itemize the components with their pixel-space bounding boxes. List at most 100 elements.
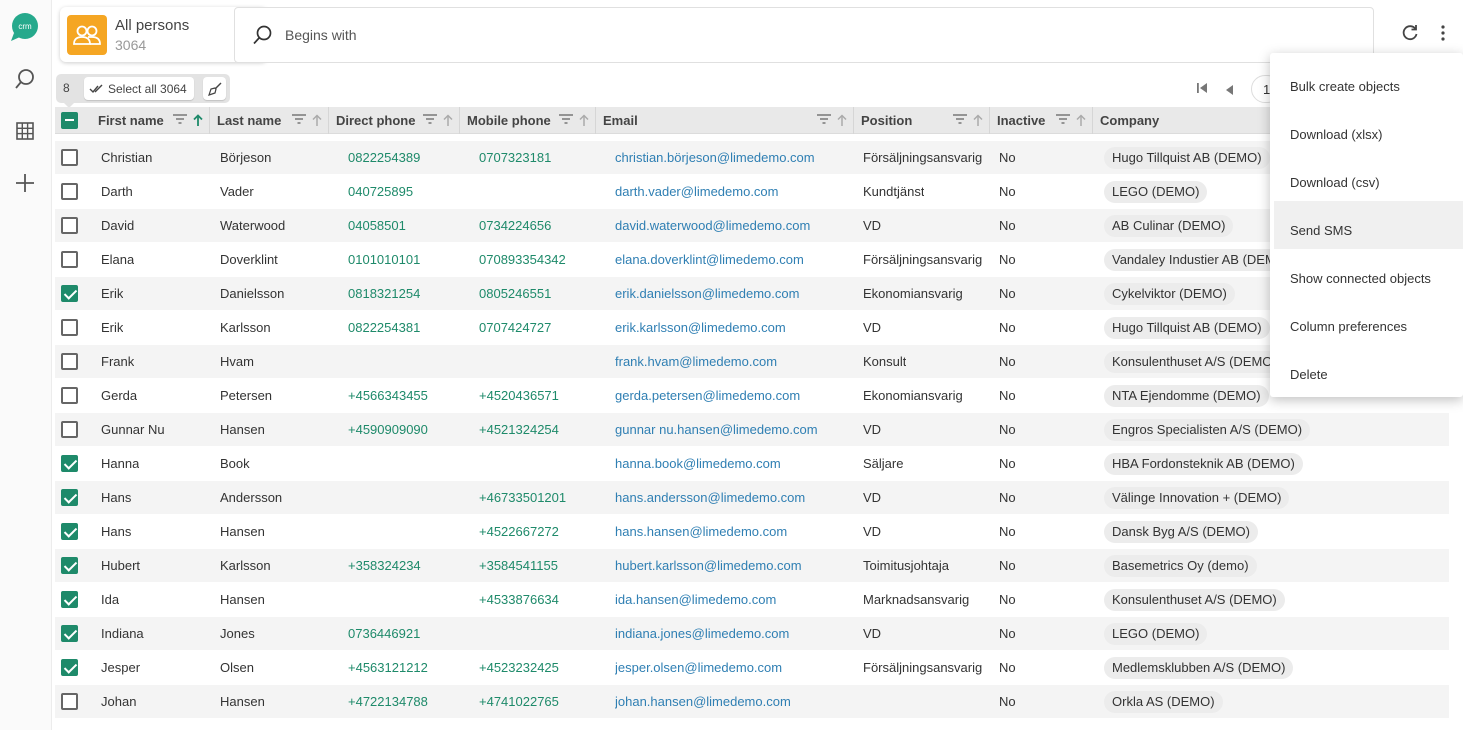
prev-page-button[interactable] [1225, 83, 1235, 98]
nav-search-button[interactable] [12, 66, 38, 92]
cell-email[interactable]: elana.doverklint@limedemo.com [615, 243, 804, 277]
company-chip[interactable]: Dansk Byg A/S (DEMO) [1104, 521, 1258, 543]
cell-email[interactable]: christian.börjeson@limedemo.com [615, 141, 815, 175]
row-checkbox[interactable] [61, 523, 78, 540]
company-chip[interactable]: Cykelviktor (DEMO) [1104, 283, 1235, 305]
cell-mobile[interactable]: +4741022765 [479, 685, 559, 719]
column-first-name[interactable]: First name [91, 107, 210, 134]
company-chip[interactable]: Medlemsklubben A/S (DEMO) [1104, 657, 1294, 679]
company-chip[interactable]: NTA Ejendomme (DEMO) [1104, 385, 1269, 407]
table-row[interactable]: Hans Hansen +4522667272 hans.hansen@limedem… [55, 515, 1449, 549]
row-checkbox[interactable] [61, 217, 78, 234]
row-checkbox[interactable] [61, 251, 78, 268]
cell-direct[interactable]: +4566343455 [348, 379, 428, 413]
column-position[interactable]: Position [854, 107, 990, 134]
cell-mobile[interactable]: +4523232425 [479, 651, 559, 685]
cell-mobile[interactable]: 0805246551 [479, 277, 551, 311]
cell-email[interactable]: frank.hvam@limedemo.com [615, 345, 777, 379]
cell-email[interactable]: david.waterwood@limedemo.com [615, 209, 810, 243]
cell-mobile[interactable]: 0707424727 [479, 311, 551, 345]
table-row[interactable]: Christian Börjeson 0822254389 0707323181 chr… [55, 141, 1449, 175]
search-input[interactable] [285, 8, 1365, 62]
company-chip[interactable]: Konsulenthuset A/S (DEMO) [1104, 589, 1285, 611]
row-checkbox[interactable] [61, 625, 78, 642]
sort-icon[interactable] [443, 114, 453, 126]
table-row[interactable]: Hubert Karlsson +358324234 +3584541155 huber… [55, 549, 1449, 583]
cell-direct[interactable]: +4722134788 [348, 685, 428, 719]
menu-item-bulk-create-objects[interactable]: Bulk create objects [1274, 57, 1463, 105]
select-all-button[interactable]: Select all 3064 [84, 77, 194, 100]
cell-direct[interactable]: 040725895 [348, 175, 413, 209]
table-row[interactable]: Gerda Petersen +4566343455 +4520436571 gerda… [55, 379, 1449, 413]
nav-tables-button[interactable] [12, 118, 38, 144]
row-checkbox[interactable] [61, 455, 78, 472]
cell-email[interactable]: erik.danielsson@limedemo.com [615, 277, 799, 311]
row-checkbox[interactable] [61, 489, 78, 506]
cell-direct[interactable]: 0822254389 [348, 141, 420, 175]
row-checkbox[interactable] [61, 387, 78, 404]
table-row[interactable]: David Waterwood 04058501 0734224656 david.wa… [55, 209, 1449, 243]
company-chip[interactable]: LEGO (DEMO) [1104, 623, 1208, 645]
filter-icon[interactable] [1056, 114, 1070, 124]
filter-icon[interactable] [953, 114, 967, 124]
table-row[interactable]: Frank Hvam frank.hvam@limedemo.com Konsult N… [55, 345, 1449, 379]
row-checkbox[interactable] [61, 149, 78, 166]
cell-direct[interactable]: 0822254381 [348, 311, 420, 345]
row-checkbox[interactable] [61, 421, 78, 438]
company-chip[interactable]: Välinge Innovation + (DEMO) [1104, 487, 1290, 509]
refresh-button[interactable] [1400, 23, 1420, 46]
crm-logo[interactable]: crm [10, 13, 39, 42]
cell-direct[interactable]: +4563121212 [348, 651, 428, 685]
menu-item-column-preferences[interactable]: Column preferences [1274, 297, 1463, 345]
company-chip[interactable]: Hugo Tillquist AB (DEMO) [1104, 317, 1270, 339]
cell-email[interactable]: jesper.olsen@limedemo.com [615, 651, 782, 685]
filter-icon[interactable] [559, 114, 573, 124]
row-checkbox[interactable] [61, 353, 78, 370]
company-chip[interactable]: Konsulenthuset A/S (DEMO) [1104, 351, 1285, 373]
cell-email[interactable]: hans.hansen@limedemo.com [615, 515, 787, 549]
more-actions-button[interactable] [1440, 24, 1446, 45]
company-chip[interactable]: Hugo Tillquist AB (DEMO) [1104, 147, 1270, 169]
first-page-button[interactable] [1196, 82, 1208, 97]
row-checkbox[interactable] [61, 285, 78, 302]
cell-email[interactable]: gerda.petersen@limedemo.com [615, 379, 800, 413]
cell-mobile[interactable]: 0707323181 [479, 141, 551, 175]
cell-email[interactable]: darth.vader@limedemo.com [615, 175, 778, 209]
table-row[interactable]: Gunnar Nu Hansen +4590909090 +4521324254 gun… [55, 413, 1449, 447]
cell-email[interactable]: erik.karlsson@limedemo.com [615, 311, 786, 345]
menu-item-download-xlsx[interactable]: Download (xlsx) [1274, 105, 1463, 153]
cell-mobile[interactable]: +4521324254 [479, 413, 559, 447]
row-checkbox[interactable] [61, 319, 78, 336]
cell-mobile[interactable]: +3584541155 [479, 549, 558, 583]
company-chip[interactable]: AB Culinar (DEMO) [1104, 215, 1234, 237]
company-chip[interactable]: Orkla AS (DEMO) [1104, 691, 1223, 713]
row-checkbox[interactable] [61, 591, 78, 608]
row-checkbox[interactable] [61, 659, 78, 676]
table-row[interactable]: Johan Hansen +4722134788 +4741022765 johan.h… [55, 685, 1449, 719]
sort-icon[interactable] [312, 114, 322, 126]
table-row[interactable]: Jesper Olsen +4563121212 +4523232425 jesper.… [55, 651, 1449, 685]
filter-icon[interactable] [292, 114, 306, 124]
menu-item-download-csv[interactable]: Download (csv) [1274, 153, 1463, 201]
row-checkbox[interactable] [61, 557, 78, 574]
cell-email[interactable]: hubert.karlsson@limedemo.com [615, 549, 802, 583]
cell-email[interactable]: indiana.jones@limedemo.com [615, 617, 789, 651]
table-row[interactable]: Darth Vader 040725895 darth.vader@limedemo.… [55, 175, 1449, 209]
table-row[interactable]: Erik Karlsson 0822254381 0707424727 erik.kar… [55, 311, 1449, 345]
column-last-name[interactable]: Last name [210, 107, 329, 134]
menu-item-delete[interactable]: Delete [1274, 345, 1463, 393]
cell-mobile[interactable]: +4520436571 [479, 379, 559, 413]
cell-direct[interactable]: 0818321254 [348, 277, 420, 311]
table-row[interactable]: Indiana Jones 0736446921 indiana.jones@lime… [55, 617, 1449, 651]
cell-direct[interactable]: 04058501 [348, 209, 406, 243]
sort-icon[interactable] [973, 114, 983, 126]
filter-icon[interactable] [423, 114, 437, 124]
cell-email[interactable]: johan.hansen@limedemo.com [615, 685, 791, 719]
column-direct-phone[interactable]: Direct phone [329, 107, 460, 134]
menu-item-show-connected-objects[interactable]: Show connected objects [1274, 249, 1463, 297]
cell-email[interactable]: hans.andersson@limedemo.com [615, 481, 805, 515]
column-inactive[interactable]: Inactive [990, 107, 1093, 134]
cell-mobile[interactable]: 070893354342 [479, 243, 566, 277]
cell-mobile[interactable]: +4533876634 [479, 583, 559, 617]
menu-item-send-sms[interactable]: Send SMS [1274, 201, 1463, 249]
